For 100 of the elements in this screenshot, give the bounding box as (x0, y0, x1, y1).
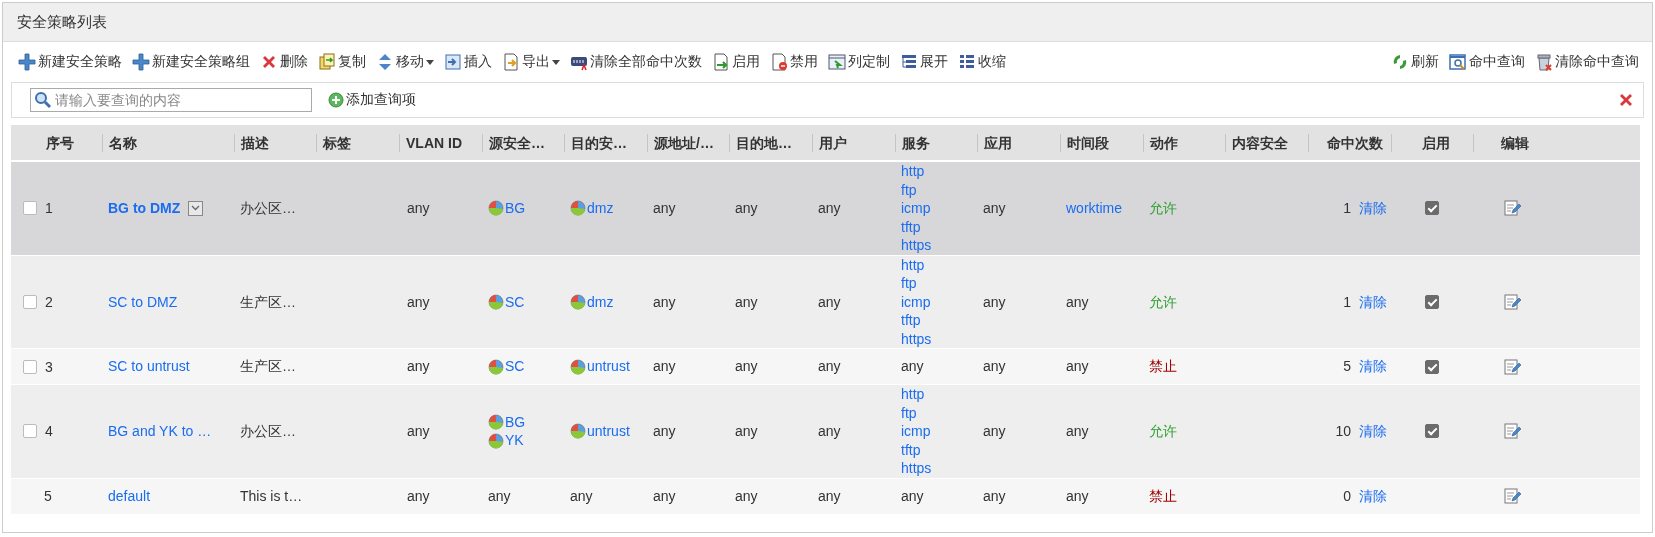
table-row[interactable]: 3 SC to untrust 生产区… any SC untrust any any any any any any 禁止 5 清除 (11, 349, 1640, 385)
checkbox[interactable] (23, 201, 37, 216)
service-link[interactable]: https (901, 459, 977, 478)
schedule-link[interactable]: worktime (1066, 199, 1143, 218)
checkbox[interactable] (1425, 359, 1439, 374)
clear-link[interactable]: 清除 (1359, 422, 1387, 441)
zone-link[interactable]: SC (505, 292, 525, 311)
edit-icon[interactable] (1502, 422, 1521, 441)
toolbar-button[interactable]: 禁用 (767, 51, 821, 73)
edit-icon[interactable] (1502, 357, 1521, 376)
dropdown-button[interactable] (188, 200, 204, 216)
toolbar-button[interactable]: 导出 (499, 51, 563, 73)
table-row[interactable]: 1 BG to DMZ 办公区… any BG dmz any any any http ftp icmp tftp https any worktime 允许 1 清除 (11, 162, 1640, 256)
service-link[interactable]: http (901, 162, 977, 181)
toolbar-button[interactable]: 新建安全策略 (15, 51, 125, 73)
column-header: 用户 (812, 133, 895, 152)
add-query-button[interactable]: 添加查询项 (328, 91, 416, 109)
disable-icon (770, 53, 788, 71)
toolbar-button[interactable]: 命中查询 (1446, 51, 1528, 73)
service-link[interactable]: tftp (901, 440, 977, 459)
zone-link[interactable]: dmz (587, 292, 614, 311)
table-row[interactable]: 4 BG and YK to … 办公区… any BG YK untrust any any any http ftp icmp tftp https any any 允许 10 清除 (11, 385, 1640, 479)
policy-name-link[interactable]: BG to DMZ (108, 199, 181, 218)
checkbox[interactable] (23, 359, 37, 374)
action-text: 禁止 (1149, 357, 1178, 376)
table-cell-text: any (653, 292, 677, 311)
search-field[interactable]: 请输入要查询的内容 (30, 88, 312, 112)
column-header: 源地址/… (647, 133, 729, 152)
zone-link[interactable]: BG (505, 199, 526, 218)
row-number: 5 (44, 488, 52, 504)
policy-name-link[interactable]: default (108, 486, 151, 506)
service-link[interactable]: ftp (901, 403, 977, 422)
toolbar-button[interactable]: 清除全部命中次数 (567, 51, 705, 73)
edit-icon[interactable] (1502, 292, 1521, 311)
table-cell-text: any (1066, 486, 1090, 506)
table-cell-text: 办公区… (240, 199, 297, 218)
table-cell-text: any (653, 486, 677, 506)
toolbar-button[interactable]: 列定制 (825, 51, 893, 73)
row-number: 2 (45, 293, 53, 310)
table-cell-text: any (983, 199, 1007, 218)
service-link[interactable]: http (901, 385, 977, 404)
edit-icon[interactable] (1502, 487, 1521, 505)
service-link[interactable]: https (901, 236, 977, 255)
policy-name-link[interactable]: BG and YK to … (108, 422, 212, 441)
toolbar-button[interactable]: 启用 (709, 51, 763, 73)
trash-icon (1535, 53, 1553, 71)
clear-link[interactable]: 清除 (1359, 357, 1387, 376)
edit-icon[interactable] (1502, 199, 1521, 218)
toolbar-button[interactable]: 刷新 (1388, 51, 1442, 73)
table-cell-text: any (983, 292, 1007, 311)
enable-icon (712, 53, 730, 71)
add-icon (328, 92, 344, 108)
toolbar-button[interactable]: 清除命中查询 (1532, 51, 1642, 73)
service-link[interactable]: http (901, 255, 977, 274)
toolbar-button[interactable]: 新建安全策略组 (129, 51, 253, 73)
copy-icon (318, 53, 336, 71)
toolbar-button[interactable]: 删除 (257, 51, 311, 73)
hit-count: 0 (1343, 486, 1351, 506)
toolbar-button[interactable]: 复制 (315, 51, 369, 73)
row-number: 4 (45, 423, 53, 440)
toolbar-button[interactable]: 展开 (897, 51, 951, 73)
table-cell-text: any (1066, 357, 1090, 376)
clear-link[interactable]: 清除 (1359, 199, 1387, 218)
service-link[interactable]: icmp (901, 292, 977, 311)
row-number: 1 (45, 200, 53, 217)
table-cell-text: any (818, 422, 842, 441)
column-header: VLAN ID (399, 133, 482, 152)
service-link[interactable]: icmp (901, 199, 977, 218)
toolbar-button[interactable]: 插入 (441, 51, 495, 73)
column-header: 时间段 (1060, 133, 1143, 152)
toolbar-button[interactable]: 收缩 (955, 51, 1009, 73)
table-cell-text: any (570, 486, 594, 506)
zone-link[interactable]: YK (505, 431, 524, 450)
checkbox[interactable] (1425, 201, 1439, 216)
policy-name-link[interactable]: SC to DMZ (108, 292, 178, 311)
checkbox[interactable] (1425, 424, 1439, 439)
checkbox[interactable] (23, 424, 37, 439)
pie-chart-icon (488, 414, 504, 430)
service-link[interactable]: tftp (901, 217, 977, 236)
checkbox[interactable] (23, 294, 37, 309)
table-row[interactable]: 2 SC to DMZ 生产区… any SC dmz any any any http ftp icmp tftp https any any 允许 1 清除 (11, 255, 1640, 349)
zone-link[interactable]: SC (505, 357, 525, 376)
table-row[interactable]: 5 default This is t… any any any any any any any any any 禁止 0 清除 (11, 478, 1640, 515)
zone-link[interactable]: BG (505, 412, 526, 432)
checkbox[interactable] (1425, 294, 1439, 309)
zone-link[interactable]: untrust (587, 357, 630, 376)
service-link[interactable]: tftp (901, 311, 977, 330)
pie-chart-icon (570, 358, 586, 375)
hit-count: 5 (1343, 357, 1351, 376)
service-link[interactable]: ftp (901, 274, 977, 293)
toolbar-button[interactable]: 移动 (373, 51, 437, 73)
service-link[interactable]: ftp (901, 180, 977, 199)
clear-link[interactable]: 清除 (1359, 292, 1387, 311)
service-link[interactable]: icmp (901, 422, 977, 441)
zone-link[interactable]: dmz (587, 199, 614, 218)
service-link[interactable]: https (901, 329, 977, 348)
table-cell-text: any (407, 357, 431, 376)
policy-name-link[interactable]: SC to untrust (108, 357, 190, 376)
clear-link[interactable]: 清除 (1359, 486, 1387, 506)
zone-link[interactable]: untrust (587, 422, 630, 441)
